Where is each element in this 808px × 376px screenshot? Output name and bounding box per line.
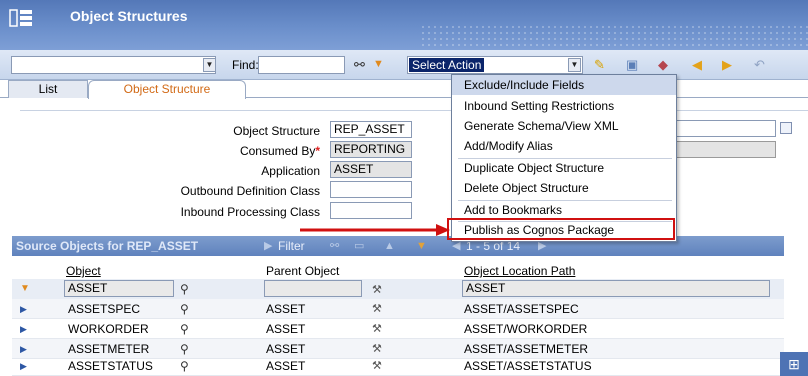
object-filter-field[interactable]: ASSET <box>64 280 174 297</box>
clear-icon[interactable]: ◆ <box>658 57 668 73</box>
hammer-icon: ⚒ <box>372 343 382 355</box>
outbound-definition-class-label: Outbound Definition Class <box>180 184 320 198</box>
application-label: Application <box>261 164 320 178</box>
object-cell: ASSETSTATUS <box>68 359 153 373</box>
object-cell: WORKORDER <box>68 322 149 336</box>
callout-arrow-icon <box>300 224 450 236</box>
column-header-parent-object: Parent Object <box>266 264 340 278</box>
hammer-icon: ⚒ <box>372 303 382 315</box>
menu-item-inbound-setting-restrictions[interactable]: Inbound Setting Restrictions <box>464 99 614 113</box>
parent-cell: ASSET <box>266 322 306 336</box>
callout-highlight-box <box>447 218 675 240</box>
save-icon[interactable]: ▣ <box>626 57 638 73</box>
consumed-by-label: Consumed By* <box>120 144 320 158</box>
column-header-object-location-path[interactable]: Object Location Path <box>464 264 575 278</box>
select-action-dropdown[interactable]: Select Action <box>407 56 583 74</box>
path-cell: ASSET/ASSETMETER <box>464 342 589 356</box>
download-icon[interactable]: ▲ <box>384 236 395 256</box>
menu-item-add-to-bookmarks[interactable]: Add to Bookmarks <box>464 203 562 217</box>
consumed-by-label-text: Consumed By <box>239 144 316 158</box>
application-field[interactable]: ASSET <box>330 161 412 178</box>
binoculars-icon[interactable]: ⚯ <box>354 57 365 73</box>
app-title: Object Structures <box>70 8 188 24</box>
select-action-value: Select Action <box>409 58 485 72</box>
row-expand-icon[interactable]: ▶ <box>20 344 27 355</box>
menu-separator <box>458 200 672 201</box>
new-record-icon[interactable]: ✎ <box>594 57 605 73</box>
lookup-icon[interactable]: ⚲ <box>180 282 189 296</box>
select-action-menu: Exclude/Include Fields Inbound Setting R… <box>451 74 677 242</box>
parent-cell: ASSET <box>266 302 306 316</box>
row-expand-icon[interactable]: ▶ <box>20 361 27 372</box>
object-cell: ASSETMETER <box>68 342 150 356</box>
consumed-by-field[interactable]: REPORTING <box>330 141 412 158</box>
lookup-icon[interactable]: ⚲ <box>180 302 189 316</box>
column-header-object[interactable]: Object <box>66 264 101 278</box>
lookup-icon[interactable]: ⚲ <box>180 342 189 356</box>
clear-filter-icon[interactable]: ▭ <box>354 236 364 256</box>
table-title: Source Objects for REP_ASSET <box>16 239 199 253</box>
previous-record-icon[interactable]: ◀ <box>692 57 702 73</box>
chevron-down-icon[interactable]: ▼ <box>568 58 581 72</box>
undo-icon[interactable]: ↶ <box>754 57 765 73</box>
parent-object-filter-field[interactable] <box>264 280 362 297</box>
app-icon: ⊞ <box>780 352 808 376</box>
path-cell: ASSET/ASSETSTATUS <box>464 359 592 373</box>
next-record-icon[interactable]: ▶ <box>722 57 732 73</box>
chevron-down-icon[interactable]: ▼ <box>203 58 216 72</box>
table-next-icon[interactable]: ▼ <box>416 236 427 256</box>
binoculars-icon[interactable]: ⚯ <box>330 236 339 256</box>
tab-list[interactable]: List <box>8 80 88 98</box>
filter-link[interactable]: Filter <box>278 236 305 256</box>
object-structure-field[interactable]: REP_ASSET <box>330 121 412 138</box>
consumed-by-description-field <box>670 141 776 158</box>
object-structure-label: Object Structure <box>233 124 320 138</box>
find-input[interactable] <box>258 56 345 74</box>
inbound-processing-class-field[interactable] <box>330 202 412 219</box>
long-description-icon[interactable] <box>780 122 792 134</box>
parent-cell: ASSET <box>266 359 306 373</box>
saved-query-select[interactable] <box>11 56 216 74</box>
table-row[interactable]: ▶ WORKORDER ⚲ ASSET ⚒ ASSET/WORKORDER <box>12 319 784 339</box>
table-row[interactable]: ▶ ASSETSTATUS ⚲ ASSET ⚒ ASSET/ASSETSTATU… <box>12 356 784 376</box>
hammer-icon: ⚒ <box>372 323 382 335</box>
app-icon <box>9 9 32 27</box>
row-expand-icon[interactable]: ▶ <box>20 304 27 315</box>
menu-item-add-modify-alias[interactable]: Add/Modify Alias <box>464 139 553 153</box>
required-marker: * <box>315 144 320 158</box>
filter-arrow-icon[interactable]: ▼ <box>373 58 384 70</box>
menu-item-duplicate-object-structure[interactable]: Duplicate Object Structure <box>464 161 604 175</box>
row-expand-icon[interactable]: ▶ <box>20 324 27 335</box>
description-field[interactable] <box>670 120 776 137</box>
lookup-icon[interactable]: ⚲ <box>180 359 189 373</box>
hammer-icon: ⚒ <box>372 360 382 372</box>
menu-item-exclude-include-fields[interactable]: Exclude/Include Fields <box>452 75 676 95</box>
hammer-icon: ⚒ <box>372 284 382 296</box>
outbound-definition-class-field[interactable] <box>330 181 412 198</box>
path-cell: ASSET/WORKORDER <box>464 322 588 336</box>
path-filter-field[interactable]: ASSET <box>462 280 770 297</box>
object-cell: ASSETSPEC <box>68 302 141 316</box>
collapse-arrow-icon[interactable]: ▼ <box>20 283 30 294</box>
tab-object-structure[interactable]: Object Structure <box>88 80 246 99</box>
menu-separator <box>458 158 672 159</box>
filter-toggle-icon[interactable]: ▶ <box>264 236 272 256</box>
table-row[interactable]: ▶ ASSETSPEC ⚲ ASSET ⚒ ASSET/ASSETSPEC <box>12 299 784 319</box>
header-pattern <box>420 24 808 50</box>
menu-item-generate-schema-view-xml[interactable]: Generate Schema/View XML <box>464 119 619 133</box>
path-cell: ASSET/ASSETSPEC <box>464 302 579 316</box>
inbound-processing-class-label: Inbound Processing Class <box>180 205 320 219</box>
parent-cell: ASSET <box>266 342 306 356</box>
find-label: Find: <box>232 58 259 72</box>
lookup-icon[interactable]: ⚲ <box>180 322 189 336</box>
menu-item-delete-object-structure[interactable]: Delete Object Structure <box>464 181 589 195</box>
